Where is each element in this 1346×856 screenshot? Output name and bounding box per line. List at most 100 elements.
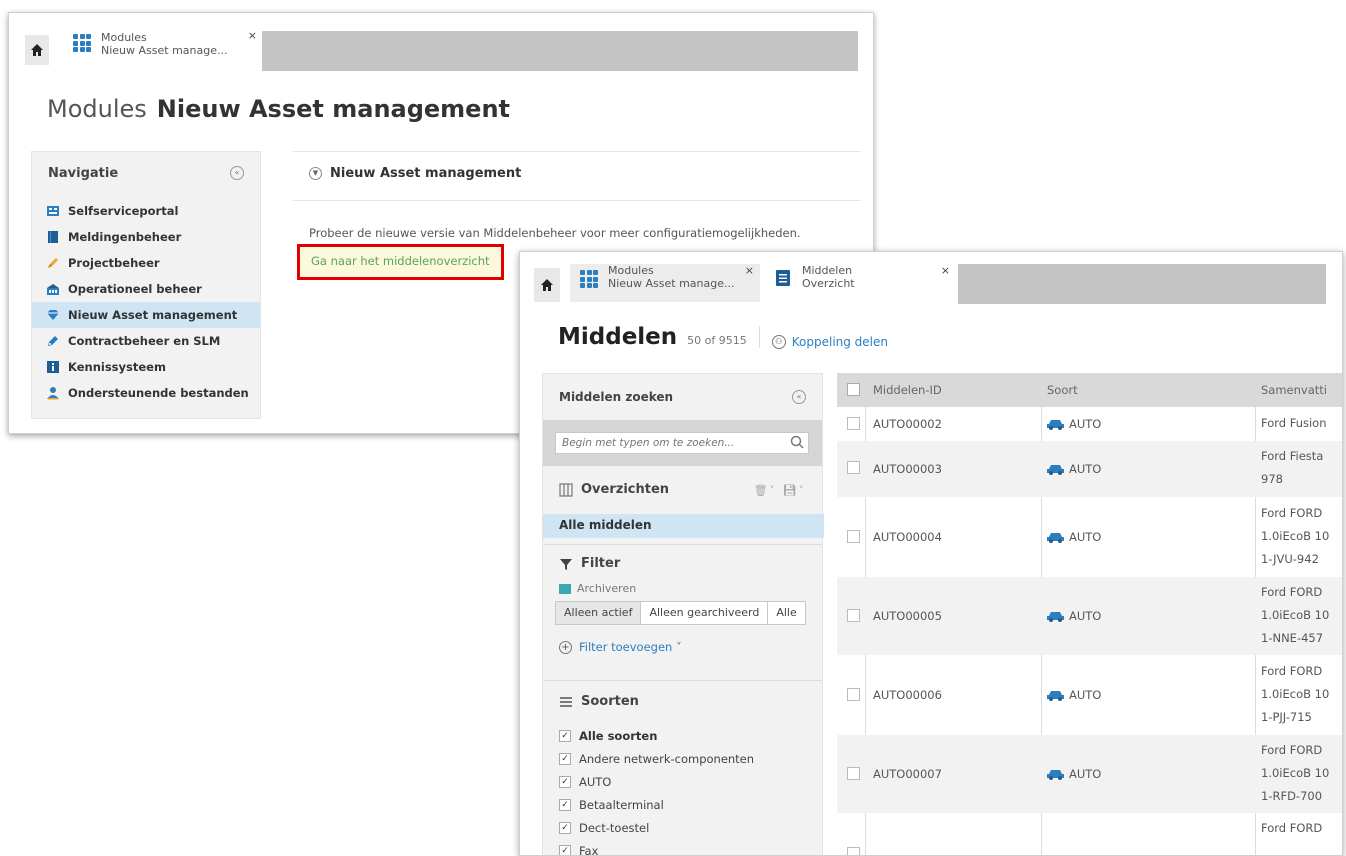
cell-soort-label: AUTO	[1069, 530, 1102, 544]
nav-item-ondersteunende-bestanden[interactable]: Ondersteunende bestanden	[32, 380, 260, 406]
book-icon	[48, 231, 58, 243]
cell-soort-label: AUTO	[1069, 417, 1102, 431]
cell-summary: Ford FORD 1.0iEcoB 10 1-RFD-700	[1261, 739, 1329, 808]
segment-all[interactable]: Alle	[768, 602, 804, 624]
nav-item-selfserviceportal[interactable]: Selfserviceportal	[32, 198, 260, 224]
summary-line: Ford FORD	[1261, 743, 1323, 757]
nav-item-label: Ondersteunende bestanden	[68, 386, 249, 400]
table-row[interactable]: Ford FORD	[837, 813, 1342, 855]
segment-active-only[interactable]: Alleen actief	[556, 602, 642, 624]
summary-line: 1-JVU-942	[1261, 552, 1319, 566]
nav-item-label: Selfserviceportal	[68, 204, 179, 218]
nav-item-meldingenbeheer[interactable]: Meldingenbeheer	[32, 224, 260, 250]
type-item[interactable]: ✓ Dect-toestel	[559, 816, 754, 839]
summary-line: Ford FORD	[1261, 585, 1323, 599]
filter-header: Filter	[559, 556, 620, 571]
nav-item-contractbeheer[interactable]: Contractbeheer en SLM	[32, 328, 260, 354]
module-description: Probeer de nieuwe versie van Middelenbeh…	[309, 226, 801, 240]
search-panel: Middelen zoeken « Overzichten 🗑︎˅ 💾︎˅ Al…	[542, 373, 824, 856]
checkbox-checked[interactable]: ✓	[559, 821, 571, 834]
checkbox-checked[interactable]: ✓	[559, 844, 571, 855]
archive-label: Archiveren	[559, 582, 636, 595]
row-checkbox[interactable]	[847, 417, 860, 430]
column-header-soort[interactable]: Soort	[1047, 383, 1078, 397]
table-row[interactable]: AUTO00005 AUTO Ford FORD 1.0iEcoB 10 1-NNE…	[837, 577, 1342, 655]
search-input[interactable]	[555, 432, 809, 454]
table-row[interactable]: AUTO00007 AUTO Ford FORD 1.0iEcoB 10 1-RFD…	[837, 735, 1342, 813]
table-row[interactable]: AUTO00004 AUTO Ford FORD 1.0iEcoB 10 1-JVU…	[837, 497, 1342, 577]
collapse-icon[interactable]: «	[230, 166, 244, 180]
row-checkbox[interactable]	[847, 609, 860, 622]
diamond-icon	[47, 310, 59, 320]
car-icon	[1047, 769, 1064, 780]
checkbox-checked[interactable]: ✓	[559, 798, 571, 811]
nav-item-label: Nieuw Asset management	[68, 308, 238, 322]
type-item[interactable]: ✓ Betaalterminal	[559, 793, 754, 816]
overview-actions[interactable]: 🗑︎˅ 💾︎˅	[754, 484, 806, 497]
modules-grid-icon	[73, 34, 91, 52]
column-header-id[interactable]: Middelen-ID	[873, 383, 942, 397]
search-band	[543, 420, 822, 466]
tab-close-button[interactable]: ×	[941, 264, 950, 277]
checkbox-checked[interactable]: ✓	[559, 775, 571, 788]
segment-archived-only[interactable]: Alleen gearchiveerd	[641, 602, 769, 624]
tab-line2: Overzicht	[802, 277, 855, 290]
tab-modules[interactable]: Modules Nieuw Asset manage... ×	[570, 264, 760, 302]
checkbox-checked[interactable]: ✓	[559, 729, 571, 742]
table-row[interactable]: AUTO00006 AUTO Ford FORD 1.0iEcoB 10 1-PJJ…	[837, 655, 1342, 735]
row-checkbox[interactable]	[847, 847, 860, 855]
cell-soort-label: AUTO	[1069, 688, 1102, 702]
row-checkbox[interactable]	[847, 767, 860, 780]
go-to-overview-link[interactable]: Ga naar het middelenoverzicht	[297, 244, 504, 280]
overviews-header[interactable]: Overzichten	[559, 482, 669, 497]
tab-close-button[interactable]: ×	[248, 29, 257, 42]
screenshot-stage: Modules Nieuw Asset manage... × Modules N…	[0, 0, 1346, 856]
navigation-panel: Navigatie « Selfserviceportal Meldingenb…	[31, 151, 261, 419]
cell-soort: AUTO	[1047, 767, 1101, 781]
nav-item-projectbeheer[interactable]: Projectbeheer	[32, 250, 260, 276]
type-item[interactable]: ✓ AUTO	[559, 770, 754, 793]
summary-line: 1.0iEcoB 10	[1261, 687, 1330, 701]
checkbox-checked[interactable]: ✓	[559, 752, 571, 765]
home-button[interactable]	[534, 268, 560, 302]
nav-item-label: Kennissysteem	[68, 360, 166, 374]
home-button[interactable]	[25, 35, 49, 65]
nav-item-kennissysteem[interactable]: Kennissysteem	[32, 354, 260, 380]
cell-id: AUTO00006	[873, 688, 942, 702]
type-label: Fax	[579, 843, 599, 856]
nav-item-nieuw-asset-management[interactable]: Nieuw Asset management	[32, 302, 260, 328]
summary-line: 1.0iEcoB 10	[1261, 766, 1330, 780]
tab-line2: Nieuw Asset manage...	[608, 277, 735, 290]
home-icon	[31, 44, 43, 56]
type-label: Andere netwerk-componenten	[579, 751, 755, 766]
type-item[interactable]: ✓ Andere netwerk-componenten	[559, 747, 754, 770]
row-checkbox[interactable]	[847, 461, 860, 474]
column-header-summary[interactable]: Samenvatti	[1261, 383, 1327, 397]
tab-modules[interactable]: Modules Nieuw Asset manage... ×	[67, 29, 257, 69]
share-icon: ⚇	[771, 335, 786, 349]
search-icon[interactable]	[790, 435, 804, 449]
module-panel-header[interactable]: ▼ Nieuw Asset management	[309, 166, 521, 181]
pencil-icon	[48, 258, 58, 268]
tab-close-button[interactable]: ×	[745, 264, 754, 277]
pen-icon	[48, 336, 58, 346]
cell-soort: AUTO	[1047, 688, 1101, 702]
select-all-checkbox[interactable]	[847, 383, 860, 396]
columns-icon	[559, 482, 573, 497]
cell-soort-label: AUTO	[1069, 609, 1102, 623]
row-checkbox[interactable]	[847, 688, 860, 701]
summary-line: 1-NNE-457	[1261, 631, 1324, 645]
add-filter-button[interactable]: + Filter toevoegen ˅	[559, 640, 682, 654]
table-row[interactable]: AUTO00003 AUTO Ford Fiesta 978	[837, 441, 1342, 497]
overview-all-items[interactable]: Alle middelen	[543, 514, 824, 538]
tab-middelen[interactable]: Middelen Overzicht ×	[766, 264, 956, 302]
summary-line: 1-RFD-700	[1261, 789, 1323, 803]
tab-line2: Nieuw Asset manage...	[101, 44, 228, 57]
collapse-icon[interactable]: «	[792, 390, 806, 404]
type-item[interactable]: ✓ Fax	[559, 839, 754, 856]
share-link-button[interactable]: ⚇ Koppeling delen	[771, 335, 888, 349]
type-item[interactable]: ✓ Alle soorten	[559, 724, 754, 747]
row-checkbox[interactable]	[847, 530, 860, 543]
nav-item-operationeel-beheer[interactable]: Operationeel beheer	[32, 276, 260, 302]
table-row[interactable]: AUTO00002 AUTO Ford Fusion	[837, 407, 1342, 441]
